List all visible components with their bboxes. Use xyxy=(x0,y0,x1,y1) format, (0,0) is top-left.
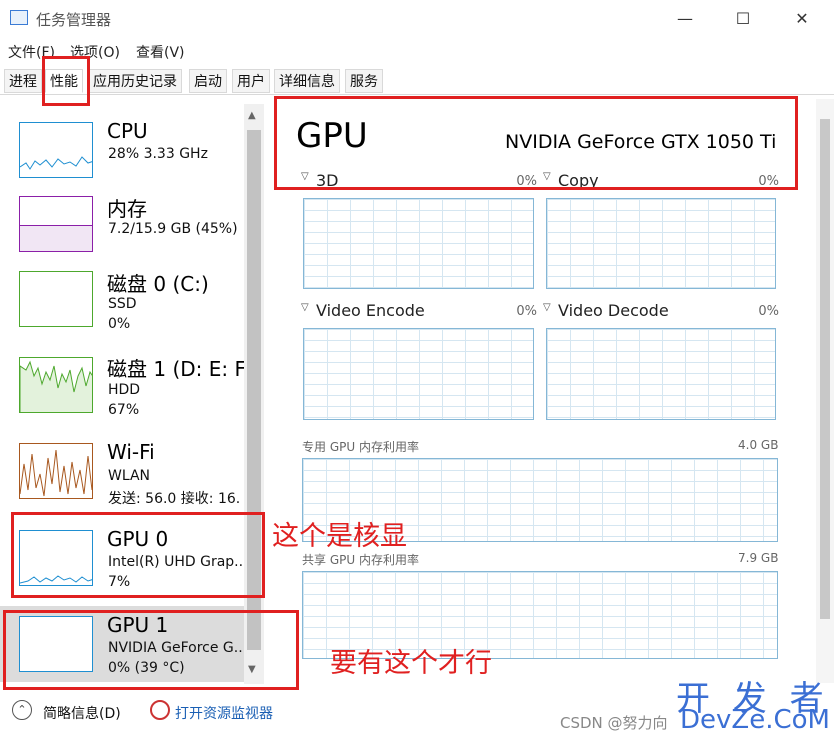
sidebar-cpu-usage: 28% 3.33 GHz xyxy=(108,146,208,162)
tab-users[interactable]: 用户 xyxy=(232,69,270,93)
engine-video-encode-percent: 0% xyxy=(516,304,537,319)
task-manager-app-icon xyxy=(10,10,28,25)
sidebar-disk0-type: SSD xyxy=(108,296,137,312)
shared-memory-max: 7.9 GB xyxy=(738,551,779,565)
sidebar-wifi-adapter: WLAN xyxy=(108,468,151,484)
annotation-box-gpu0 xyxy=(11,512,265,598)
fewer-details-link[interactable]: 简略信息(D) xyxy=(43,703,121,723)
sidebar-disk1-usage: 67% xyxy=(108,402,140,418)
tab-app-history[interactable]: 应用历史记录 xyxy=(88,69,182,93)
sidebar-disk1-title: 磁盘 1 (D: E: F: xyxy=(107,357,252,381)
engine-video-decode-label[interactable]: Video Decode xyxy=(558,301,669,320)
watermark-csdn: CSDN @努力向 xyxy=(560,714,668,732)
sidebar-memory-usage: 7.2/15.9 GB (45%) xyxy=(108,221,238,237)
sidebar-cpu-title: CPU xyxy=(107,119,148,143)
maximize-button[interactable]: ☐ xyxy=(723,6,763,32)
annotation-box-gpu-header xyxy=(274,96,798,190)
sidebar-wifi-throughput: 发送: 56.0 接收: 16. xyxy=(108,491,241,507)
annotation-box-performance-tab xyxy=(42,56,90,106)
disk0-thumbnail-graph xyxy=(19,271,93,327)
annotation-need-this-note: 要有这个才行 xyxy=(330,648,492,679)
open-resource-monitor-link[interactable]: 打开资源监视器 xyxy=(175,703,273,723)
engine-video-encode-graph xyxy=(303,328,534,420)
scroll-up-icon[interactable]: ▲ xyxy=(248,110,256,121)
resource-monitor-icon[interactable] xyxy=(150,700,170,720)
menu-view[interactable]: 查看(V) xyxy=(136,42,185,62)
close-button[interactable]: ✕ xyxy=(782,6,822,32)
annotation-core-gpu-note: 这个是核显 xyxy=(272,521,407,552)
dedicated-memory-label: 专用 GPU 内存利用率 xyxy=(302,440,419,454)
cpu-thumbnail-graph xyxy=(19,122,93,178)
sidebar-wifi-title: Wi-Fi xyxy=(107,440,155,464)
tab-details[interactable]: 详细信息 xyxy=(274,69,340,93)
memory-thumbnail-graph xyxy=(19,196,93,252)
engine-video-decode-graph xyxy=(546,328,776,420)
shared-memory-label: 共享 GPU 内存利用率 xyxy=(302,553,419,567)
main-scroll-thumb[interactable] xyxy=(820,119,830,619)
sidebar-disk1-type: HDD xyxy=(108,382,141,398)
engine-3d-graph xyxy=(303,198,534,289)
sidebar-disk0-title: 磁盘 0 (C:) xyxy=(107,272,209,296)
sidebar-memory-title: 内存 xyxy=(107,197,147,221)
engine-copy-graph xyxy=(546,198,776,289)
window-title: 任务管理器 xyxy=(36,11,112,29)
tab-startup[interactable]: 启动 xyxy=(189,69,227,93)
wifi-thumbnail-graph xyxy=(19,443,93,499)
chevron-down-icon[interactable]: ▽ xyxy=(543,302,551,313)
dedicated-memory-max: 4.0 GB xyxy=(738,438,779,452)
main-scrollbar[interactable] xyxy=(816,99,834,683)
chevron-down-icon[interactable]: ▽ xyxy=(301,302,309,313)
tab-services[interactable]: 服务 xyxy=(345,69,383,93)
annotation-box-gpu1 xyxy=(3,610,299,690)
sidebar-disk0-usage: 0% xyxy=(108,316,131,332)
engine-video-decode-percent: 0% xyxy=(758,304,779,319)
engine-video-encode-label[interactable]: Video Encode xyxy=(316,301,425,320)
watermark-site: DevZe.CoM xyxy=(680,705,830,735)
tab-processes[interactable]: 进程 xyxy=(4,69,42,93)
title-bar xyxy=(0,0,834,38)
minimize-button[interactable]: — xyxy=(665,6,705,32)
disk1-thumbnail-graph xyxy=(19,357,93,413)
collapse-icon[interactable]: ⌃ xyxy=(12,700,32,720)
